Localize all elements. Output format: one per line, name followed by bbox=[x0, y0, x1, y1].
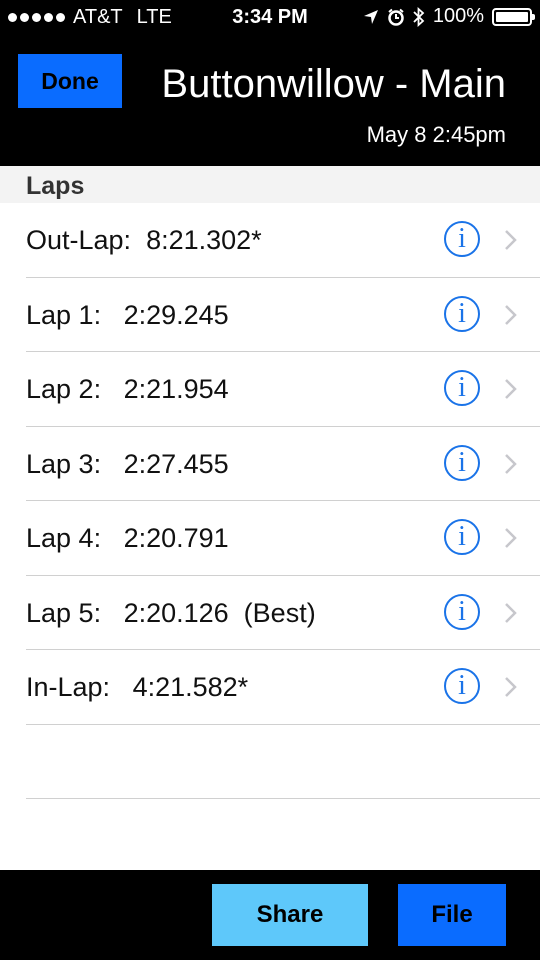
nav-header: Done Buttonwillow - Main May 8 2:45pm bbox=[0, 36, 540, 166]
bluetooth-icon bbox=[413, 6, 425, 27]
file-button[interactable]: File bbox=[398, 884, 506, 946]
info-icon[interactable]: i bbox=[444, 444, 480, 481]
lap-row[interactable]: Lap 3: 2:27.455 i bbox=[26, 427, 540, 501]
battery-percent: 100% bbox=[432, 5, 484, 27]
page-title: Buttonwillow - Main bbox=[161, 62, 506, 106]
chevron-right-icon bbox=[505, 602, 517, 623]
carrier-name: AT&T bbox=[73, 6, 123, 28]
lap-label: Lap 5: 2:20.126 (Best) bbox=[26, 597, 316, 628]
share-button[interactable]: Share bbox=[212, 884, 368, 946]
info-icon[interactable]: i bbox=[444, 593, 480, 630]
lap-label: Lap 2: 2:21.954 bbox=[26, 374, 229, 404]
network-type: LTE bbox=[136, 6, 172, 28]
lap-label: In-Lap: 4:21.582* bbox=[26, 672, 249, 702]
lap-row[interactable]: Lap 2: 2:21.954 i bbox=[26, 352, 540, 427]
info-icon[interactable]: i bbox=[444, 295, 480, 332]
battery-level-fill bbox=[496, 11, 528, 22]
info-icon[interactable]: i bbox=[444, 519, 480, 555]
status-right: 100% bbox=[363, 5, 535, 28]
laps-table: Laps Out-Lap: 8:21.302* i Lap 1: 2:29.24… bbox=[0, 166, 540, 870]
info-icon[interactable]: i bbox=[444, 370, 480, 406]
lap-label: Lap 4: 2:20.791 bbox=[26, 523, 229, 553]
lap-label: Out-Lap: 8:21.302* bbox=[26, 225, 262, 255]
status-left: AT&T LTE bbox=[8, 6, 172, 29]
lap-row[interactable]: Out-Lap: 8:21.302* i bbox=[26, 203, 540, 278]
info-icon[interactable]: i bbox=[444, 221, 480, 257]
chevron-right-icon bbox=[505, 379, 517, 399]
chevron-right-icon bbox=[505, 230, 517, 250]
bottom-toolbar: Share File bbox=[0, 870, 540, 960]
alarm-clock-icon bbox=[388, 8, 404, 26]
location-arrow-icon bbox=[363, 9, 378, 24]
signal-strength-icon bbox=[8, 13, 65, 22]
done-button[interactable]: Done bbox=[18, 54, 122, 108]
chevron-right-icon bbox=[505, 677, 517, 697]
empty-row bbox=[26, 725, 540, 799]
info-icon[interactable]: i bbox=[444, 668, 480, 704]
chevron-right-icon bbox=[505, 528, 517, 548]
session-date: May 8 2:45pm bbox=[366, 122, 506, 147]
lap-list: Out-Lap: 8:21.302* i Lap 1: 2:29.245 i L… bbox=[0, 203, 540, 799]
lap-row[interactable]: Lap 1: 2:29.245 i bbox=[26, 278, 540, 352]
lap-row[interactable]: Lap 4: 2:20.791 i bbox=[26, 501, 540, 576]
lap-row[interactable]: In-Lap: 4:21.582* i bbox=[26, 650, 540, 725]
chevron-right-icon bbox=[505, 453, 517, 474]
status-bar: AT&T LTE 3:34 PM 100% bbox=[0, 0, 540, 36]
chevron-right-icon bbox=[505, 304, 517, 325]
lap-label: Lap 1: 2:29.245 bbox=[26, 299, 229, 330]
battery-icon bbox=[492, 7, 535, 26]
section-header-laps: Laps bbox=[0, 166, 540, 203]
lap-label: Lap 3: 2:27.455 bbox=[26, 448, 229, 479]
lap-row[interactable]: Lap 5: 2:20.126 (Best) i bbox=[26, 576, 540, 650]
